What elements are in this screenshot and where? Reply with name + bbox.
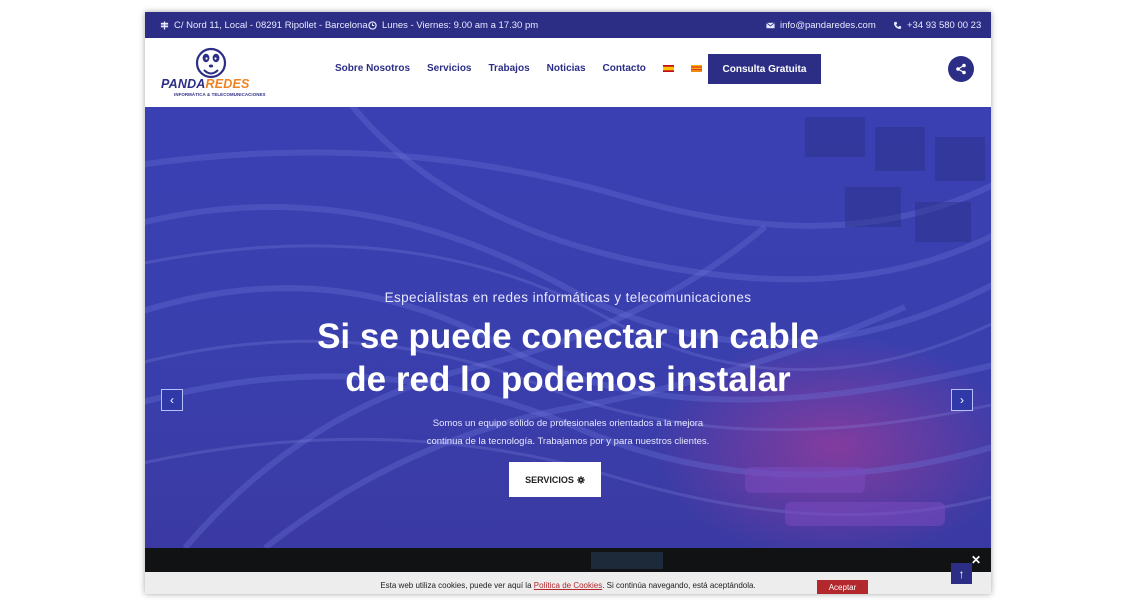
phone-icon (893, 21, 902, 29)
cookie-overlay-strip (145, 548, 991, 572)
browser-page: C/ Nord 11, Local - 08291 Ripollet - Bar… (145, 12, 991, 594)
site-header: PANDAREDES INFORMÁTICA & TELECOMUNICACIO… (145, 38, 991, 107)
servicios-button[interactable]: SERVICIOS (509, 462, 601, 497)
hero-subtitle: Especialistas en redes informáticas y te… (384, 290, 752, 305)
top-info-bar: C/ Nord 11, Local - 08291 Ripollet - Bar… (145, 12, 991, 38)
logo-wordmark: PANDAREDES (161, 77, 250, 91)
hero-title: Si se puede conectar un cable de red lo … (145, 315, 991, 401)
address-text: C/ Nord 11, Local - 08291 Ripollet - Bar… (174, 19, 368, 31)
phone-info[interactable]: +34 93 580 00 23 (893, 12, 981, 38)
cookie-overlay-placeholder (591, 552, 663, 569)
panda-logo-icon (195, 47, 227, 79)
envelope-icon (766, 21, 775, 28)
gear-icon (577, 475, 585, 484)
share-button[interactable] (948, 56, 974, 82)
email-info[interactable]: info@pandaredes.com (766, 12, 876, 38)
logo-tagline: INFORMÁTICA & TELECOMUNICACIONES (174, 92, 266, 97)
consulta-gratuita-button[interactable]: Consulta Gratuita (708, 54, 821, 84)
hero-title-line-1: Si se puede conectar un cable (317, 317, 819, 356)
nav-item-contacto[interactable]: Contacto (603, 63, 646, 74)
site-logo[interactable]: PANDAREDES INFORMÁTICA & TELECOMUNICACIO… (161, 47, 265, 99)
arrow-up-icon: ↑ (958, 566, 965, 581)
hours-info: Lunes - Viernes: 9.00 am a 17.30 pm (368, 12, 538, 38)
chevron-left-icon: ‹ (170, 393, 174, 407)
hours-text: Lunes - Viernes: 9.00 am a 17.30 pm (382, 19, 539, 31)
share-icon (956, 63, 966, 75)
main-nav: Sobre Nosotros Servicios Trabajos Notici… (335, 38, 702, 98)
slider-prev-button[interactable]: ‹ (161, 389, 183, 411)
catalan-flag-icon[interactable] (690, 64, 702, 72)
hero-description: Somos un equipo sólido de profesionales … (145, 415, 991, 451)
hero-description-line-1: Somos un equipo sólido de profesionales … (432, 418, 704, 429)
spanish-flag-icon[interactable] (662, 64, 674, 72)
clock-icon (368, 20, 377, 30)
close-icon[interactable]: ✕ (971, 553, 981, 567)
chevron-right-icon: › (960, 393, 964, 407)
nav-item-servicios[interactable]: Servicios (427, 63, 471, 74)
phone-link[interactable]: +34 93 580 00 23 (907, 20, 981, 31)
hero-description-line-2: continua de la tecnología. Trabajamos po… (426, 436, 710, 447)
scroll-to-top-button[interactable]: ↑ (951, 563, 972, 584)
hero-slider: Especialistas en redes informáticas y te… (145, 107, 991, 548)
nav-item-sobre-nosotros[interactable]: Sobre Nosotros (335, 63, 410, 74)
cookie-banner: Esta web utiliza cookies, puede ver aquí… (145, 572, 991, 594)
slider-next-button[interactable]: › (951, 389, 973, 411)
nav-item-trabajos[interactable]: Trabajos (489, 63, 530, 74)
accept-cookies-button[interactable]: Aceptar (817, 580, 868, 594)
cookie-policy-link[interactable]: Política de Cookies (534, 581, 602, 590)
signpost-icon (160, 20, 169, 30)
hero-title-line-2: de red lo podemos instalar (345, 360, 791, 399)
address-info: C/ Nord 11, Local - 08291 Ripollet - Bar… (160, 12, 368, 38)
email-link[interactable]: info@pandaredes.com (780, 20, 876, 31)
servicios-button-label: SERVICIOS (525, 474, 574, 485)
nav-item-noticias[interactable]: Noticias (547, 63, 586, 74)
